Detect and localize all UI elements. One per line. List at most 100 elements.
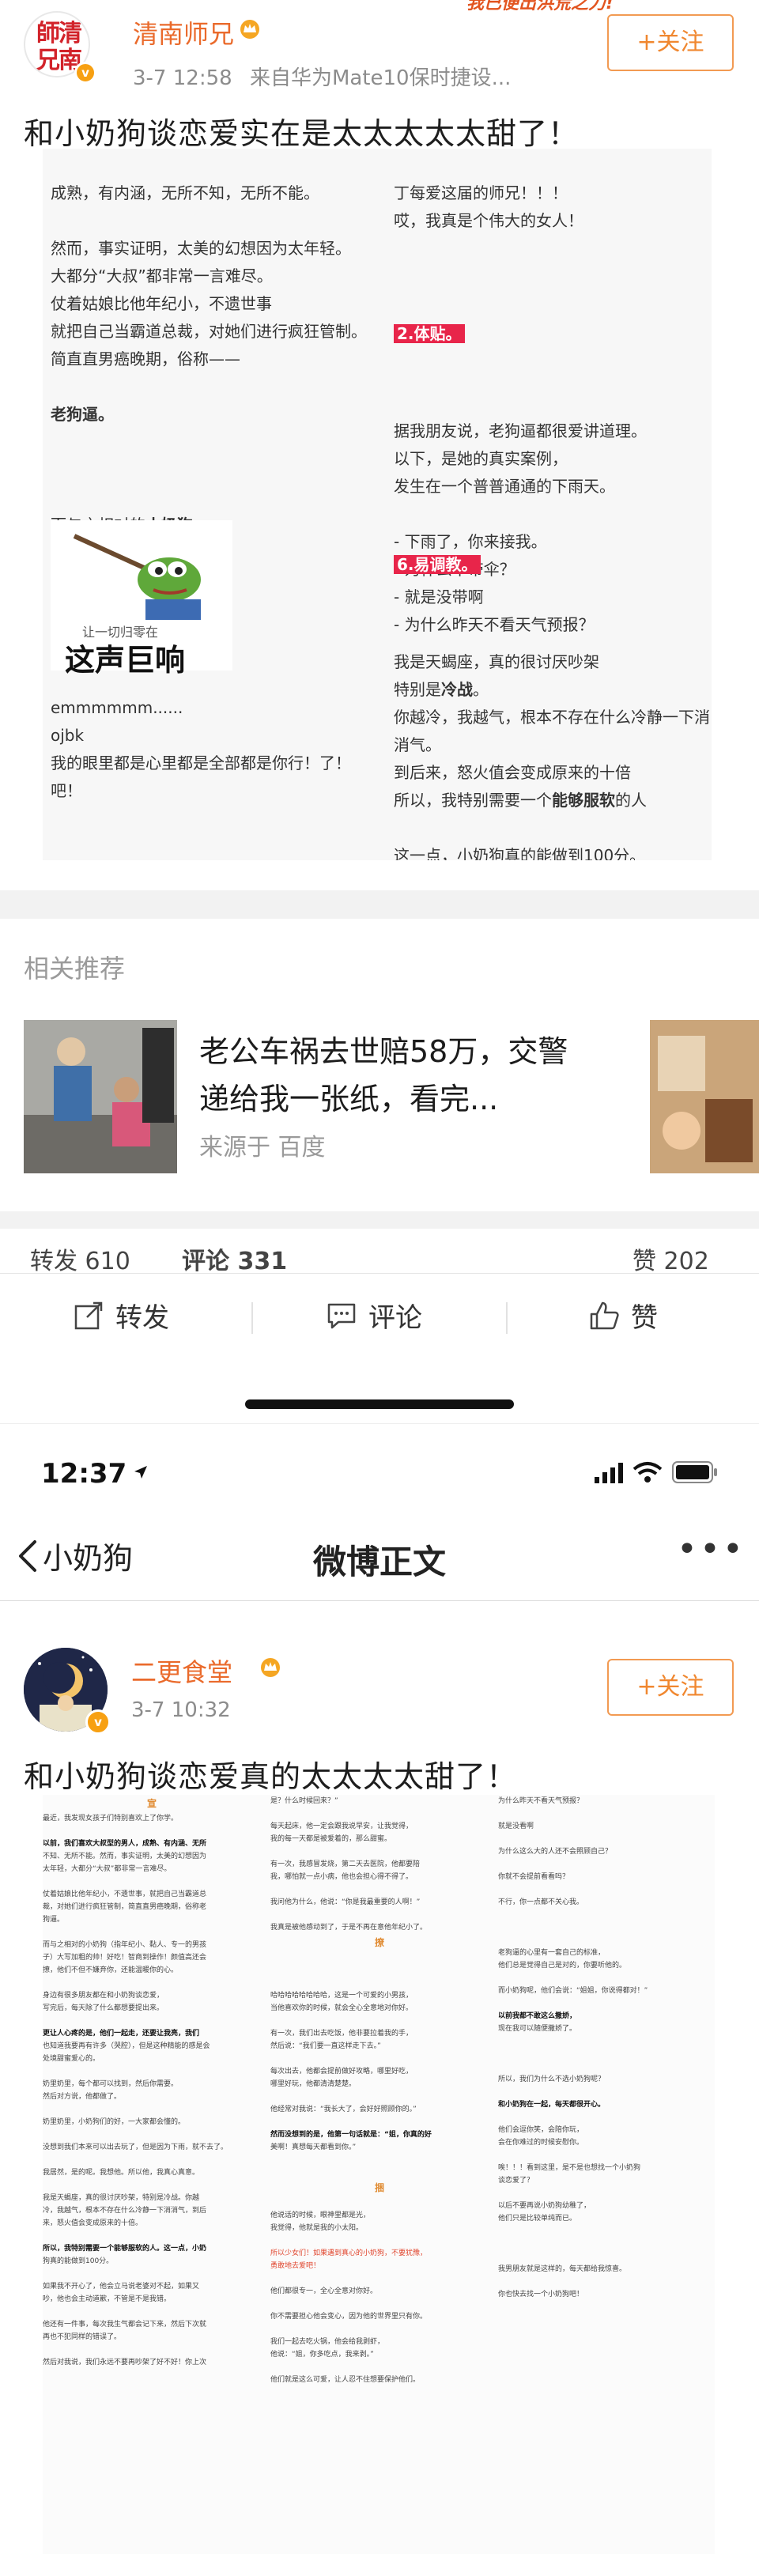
- image-text-left-bold: 老狗逼。: [51, 405, 114, 424]
- image-text-line: 如果我不开心了，他会立马说老婆对不起，如果又: [43, 2283, 200, 2291]
- image-text-line: 和小奶狗在一起，每天都很开心。: [498, 2101, 606, 2109]
- image-text-line: [43, 2268, 261, 2280]
- image-text-line: 美啊！真想每天都看到你。”: [270, 2144, 357, 2151]
- image-text-line: 哪里好玩，他都清清楚楚。: [270, 2080, 357, 2088]
- image-text-line: 他们总是觉得自己是对的，你要听他的。: [498, 1962, 627, 1970]
- image-text-line: [43, 2179, 261, 2192]
- image-text-line: [270, 2166, 489, 2179]
- image-text-line: 以后不要再说小奶狗幼稚了，: [498, 2202, 591, 2210]
- thumbs-up-icon: [590, 1301, 619, 1329]
- like-label: 赞: [631, 1302, 658, 1334]
- column-heading: 撩: [374, 1937, 384, 1948]
- section-divider: [0, 890, 759, 919]
- meme-caption: 这声巨响: [65, 643, 186, 678]
- image-text-line: [270, 2323, 489, 2336]
- image-text-line: 会在你难过的时候安慰你。: [498, 2139, 584, 2147]
- image-text-line: 不行，你一点都不关心我。: [498, 1898, 584, 1906]
- image-text-line: 有一次，我感冒发烧，第二天去医院，他都要陪: [270, 1860, 421, 1868]
- image-column-1: 宣 最近，我发现女孩子们特别喜欢上了你学。 以前，我们喜欢大叔型的男人，成熟、有内…: [43, 1795, 261, 2369]
- image-text-line: [498, 2086, 713, 2098]
- post-source: 来自华为Mate10保时捷设...: [249, 66, 512, 90]
- image-text-soft: 能够服软: [552, 791, 615, 810]
- related-label: 相关推荐: [24, 954, 126, 984]
- image-text-line: [498, 2238, 713, 2250]
- image-text-line: 冷，我越气，根本不存在什么冷静一下消消气，到后: [43, 2207, 207, 2215]
- image-text-line: 太年轻，大都分“大叔”都非常一言难尽。: [43, 1865, 172, 1873]
- image-text-line: [498, 1807, 713, 1820]
- image-text-line: 他们会逗你笑，会陪你玩，: [498, 2126, 584, 2134]
- back-button[interactable]: 小奶狗: [16, 1534, 133, 1577]
- verified-badge-icon: v: [85, 1709, 111, 1735]
- image-text-line: 处境甜蜜爱心的。: [43, 2055, 100, 2063]
- comment-button[interactable]: 评论: [326, 1296, 422, 1335]
- post-image[interactable]: 宣 最近，我发现女孩子们特别喜欢上了你学。 以前，我们喜欢大叔型的男人，成熟、有内…: [43, 1795, 715, 2554]
- image-text-line: 他经常对我说：“我长大了，会好好照顾你的。”: [270, 2106, 417, 2113]
- top-banner-text: 我已便出洪荒之力!: [466, 0, 614, 13]
- image-text-line: [43, 1926, 261, 1939]
- related-thumbnail[interactable]: [24, 1020, 177, 1173]
- meme-image: 让一切归零在 这声巨响: [51, 520, 232, 678]
- image-text-line: 奶里奶里，每个都可以找到，然后你需要。: [43, 2080, 179, 2088]
- image-text-line: 你不需要担心他会变心，因为他的世界里只有你。: [270, 2313, 428, 2321]
- image-text-line: 仗着姑娘比他年纪小，不遗世事，就把自己当霸道总: [43, 1890, 207, 1898]
- section-heading-2: 2.体贴。: [394, 324, 465, 343]
- image-text-left-bottom: emmmmmm...... ojbk 我的眼里都是心里都是全部都是你行！了！吧！: [51, 698, 351, 800]
- column-heading: 宣: [146, 1798, 157, 1809]
- image-text-line: 然而没想到的是，他第一句话就是：“姐，你真的好: [270, 2131, 432, 2139]
- image-text-line: [270, 1883, 489, 1896]
- image-text-line: [270, 2091, 489, 2103]
- related-title[interactable]: 老公车祸去世赔58万，交警递给我一张纸，看完...: [199, 1028, 595, 1123]
- image-text-line: 以前，我们喜欢大叔型的男人，成熟、有内涵、无所: [43, 1840, 207, 1848]
- post-image[interactable]: 成熟，有内涵，无所不知，无所不能。 然而，事实证明，太美的幻想因为太年轻。 大都…: [43, 149, 712, 860]
- home-indicator[interactable]: [245, 1399, 514, 1409]
- image-text-cold-war: 冷战: [441, 680, 473, 699]
- post-title: 和小奶狗谈恋爱实在是太太太太太甜了！: [24, 116, 580, 151]
- divider: [506, 1302, 508, 1334]
- image-text-line: 裁，对她们进行疯狂管制，简直直男癌晚期，俗称老: [43, 1903, 207, 1911]
- image-text-line: [43, 1977, 261, 1989]
- image-text-line: 是？什么时候回来？”: [270, 1797, 338, 1805]
- image-text-line: 奶里奶里，小奶狗们的好，一大家都会懂的。: [43, 2118, 186, 2126]
- image-text-line: 他还有一件事，每次我生气都会记下来，然后下次就: [43, 2321, 207, 2329]
- image-text-line: 狗真的能做到100分。: [43, 2257, 114, 2265]
- image-text-line: [43, 2230, 261, 2242]
- related-thumbnail-2[interactable]: [650, 1020, 759, 1173]
- image-text-line: 也知道我要再有许多（哭腔），但是这种精能的感是会: [43, 2042, 210, 2050]
- image-text-line: [498, 2048, 713, 2060]
- image-text-line: 而小奶狗呢，他们会说：“姐姐，你说得都对！”: [498, 1987, 648, 1995]
- image-text-line: 他说：“姐，你多吃点，我来剥。”: [270, 2351, 374, 2359]
- image-text-line: 你就不会提前看看吗？: [498, 1873, 570, 1881]
- image-text-line: 然后对我说，我们永远不要再吵架了好不好！你上次: [43, 2359, 207, 2366]
- image-text-line: [270, 1977, 489, 1989]
- image-text-line: 吵，他也会主动道歉，不管是不是我错。: [43, 2295, 172, 2303]
- follow-button[interactable]: +关注: [607, 1659, 734, 1716]
- follow-button[interactable]: +关注: [607, 14, 734, 71]
- image-text-line: [498, 1934, 713, 1947]
- repost-button[interactable]: 转发: [73, 1296, 169, 1335]
- image-text-line: [498, 2250, 713, 2263]
- top-banner: 我已便出洪荒之力!: [466, 0, 688, 13]
- image-text-line: [270, 2116, 489, 2128]
- nav-divider: [0, 1600, 759, 1601]
- post-title: 和小奶狗谈恋爱真的太太太太甜了！: [24, 1759, 518, 1794]
- image-text-line: [498, 1833, 713, 1845]
- like-count: 赞 202: [632, 1248, 709, 1275]
- username[interactable]: 二更食堂: [131, 1652, 232, 1689]
- image-text-line: [270, 2196, 489, 2209]
- image-text-line: 他们就是这么可爱，让人忍不住想要保护他们。: [270, 2376, 421, 2384]
- username[interactable]: 清南师兄: [133, 14, 234, 51]
- image-text-line: 子）大写加粗的帅！好吃！智商到操作！颜值高还会: [43, 1954, 207, 1962]
- image-text-line: [43, 1825, 261, 1838]
- image-text-line: [498, 2111, 713, 2124]
- post-time: 3-7 12:58: [133, 66, 232, 90]
- image-text-right-top: 丁每爱这届的师兄！！！ 哎，我真是个伟大的女人！: [394, 183, 583, 230]
- image-text-line: 他说话的时候，眼神里都是光，: [270, 2212, 371, 2219]
- image-text-line: 我是天蝎座，真的很讨厌吵架，特别是冷战。你越: [43, 2194, 200, 2202]
- battery-icon: [672, 1461, 717, 1483]
- like-button[interactable]: 赞: [588, 1296, 658, 1335]
- repost-icon: [74, 1301, 103, 1329]
- image-text-line: [498, 1883, 713, 1896]
- image-text-line: 他们只是比较单纯而已。: [498, 2215, 577, 2223]
- more-options-button[interactable]: •••: [677, 1529, 746, 1569]
- image-text-line: 身边有很多朋友都在和小奶狗谈恋爱，: [43, 1992, 164, 2000]
